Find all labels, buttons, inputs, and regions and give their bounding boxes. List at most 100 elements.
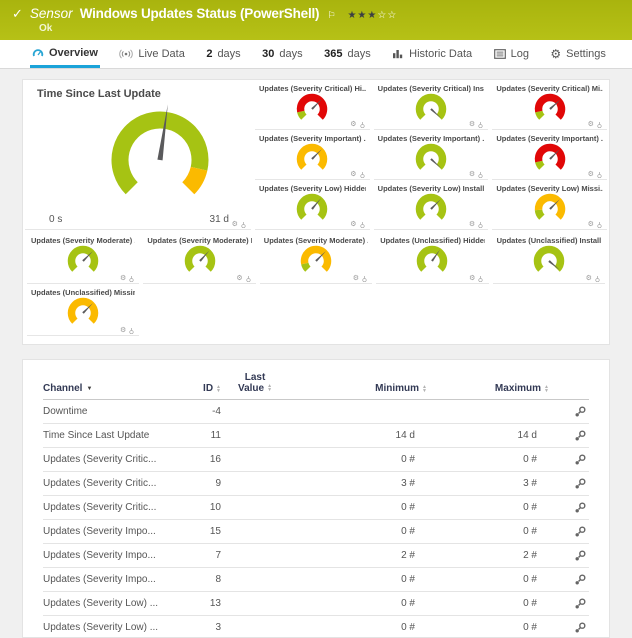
wrench-icon[interactable] (574, 622, 586, 634)
channel-table-row[interactable]: Updates (Severity Critic...100 #0 # (43, 496, 589, 520)
pin-icon[interactable]: ⚲ (360, 221, 365, 228)
channel-table-row[interactable]: Updates (Severity Critic...160 #0 # (43, 448, 589, 472)
pin-icon[interactable]: ⚲ (129, 275, 134, 282)
wrench-icon[interactable] (574, 454, 586, 466)
column-header-id[interactable]: ID ▲▼ (183, 383, 221, 394)
flag-icon[interactable]: ⚐ (327, 10, 335, 21)
edit-channel-cell[interactable] (549, 478, 589, 490)
wrench-icon[interactable] (574, 406, 586, 418)
settings-gear-icon: ⚙ (550, 49, 561, 59)
gear-icon[interactable]: ⚙ (350, 221, 356, 228)
tab-live-data[interactable]: Live Data (117, 40, 186, 68)
star-icon[interactable]: ★ (367, 10, 377, 21)
tab-30-days[interactable]: 30 days (260, 40, 305, 68)
pin-icon[interactable]: ⚲ (597, 121, 602, 128)
gauge-panel: Updates (Unclassified) Install...⚙⚲ (493, 232, 605, 284)
channel-name-cell: Updates (Severity Impo... (43, 526, 183, 537)
gear-icon[interactable]: ⚙ (350, 121, 356, 128)
wrench-icon[interactable] (574, 550, 586, 562)
pin-icon[interactable]: ⚲ (478, 171, 483, 178)
edit-channel-cell[interactable] (549, 574, 589, 586)
channel-table-row[interactable]: Time Since Last Update1114 d14 d (43, 424, 589, 448)
pin-icon[interactable]: ⚲ (595, 275, 600, 282)
pin-icon[interactable]: ⚲ (246, 275, 251, 282)
gauge-chart (408, 193, 454, 225)
wrench-icon[interactable] (574, 574, 586, 586)
channel-table-row[interactable]: Updates (Severity Impo...72 #2 # (43, 544, 589, 568)
priority-stars[interactable]: ★★★☆☆ (347, 10, 397, 21)
channel-table-row[interactable]: Updates (Severity Impo...80 #0 # (43, 568, 589, 592)
edit-channel-cell[interactable] (549, 526, 589, 538)
gear-icon[interactable]: ⚙ (120, 327, 126, 334)
column-label: Maximum (495, 383, 541, 394)
gear-icon[interactable]: ⚙ (469, 221, 475, 228)
wrench-icon[interactable] (574, 502, 586, 514)
pin-icon[interactable]: ⚲ (129, 327, 134, 334)
wrench-icon[interactable] (574, 526, 586, 538)
star-icon[interactable]: ★ (347, 10, 357, 21)
big-gauge-title: Time Since Last Update (37, 88, 241, 100)
column-header-maximum[interactable]: Maximum ▲▼ (427, 383, 549, 394)
gear-icon[interactable]: ⚙ (588, 171, 594, 178)
gear-icon[interactable]: ⚙ (232, 221, 238, 228)
gauge-max-label: 31 d (210, 214, 229, 225)
gear-icon[interactable]: ⚙ (586, 275, 592, 282)
gear-icon[interactable]: ⚙ (350, 171, 356, 178)
gear-icon[interactable]: ⚙ (588, 221, 594, 228)
channel-table-row[interactable]: Updates (Severity Impo...150 #0 # (43, 520, 589, 544)
column-header-minimum[interactable]: Minimum ▲▼ (289, 383, 427, 394)
tab-365-days[interactable]: 365 days (322, 40, 373, 68)
gear-icon[interactable]: ⚙ (469, 121, 475, 128)
tab-2-days[interactable]: 2 days (204, 40, 242, 68)
tab-log[interactable]: Log (492, 40, 531, 68)
channel-table-row[interactable]: Downtime-4 (43, 400, 589, 424)
minimum-cell: 0 # (289, 454, 427, 465)
edit-channel-cell[interactable] (549, 430, 589, 442)
gear-icon[interactable]: ⚙ (353, 275, 359, 282)
pin-icon[interactable]: ⚲ (478, 221, 483, 228)
channel-name-cell: Updates (Severity Critic... (43, 502, 183, 513)
gear-icon[interactable]: ⚙ (469, 275, 475, 282)
tab-overview[interactable]: Overview (30, 40, 100, 68)
column-header-channel[interactable]: Channel ▼ (43, 383, 183, 394)
pin-icon[interactable]: ⚲ (478, 121, 483, 128)
edit-channel-cell[interactable] (549, 502, 589, 514)
channel-table-row[interactable]: Updates (Severity Low) ...30 #0 # (43, 616, 589, 638)
edit-channel-cell[interactable] (549, 550, 589, 562)
gear-icon[interactable]: ⚙ (120, 275, 126, 282)
minimum-cell: 0 # (289, 622, 427, 633)
gauge-title: Updates (Unclassified) Missing (31, 288, 135, 297)
gauge-body (264, 245, 368, 277)
wrench-icon[interactable] (574, 598, 586, 610)
star-icon[interactable]: ★ (357, 10, 367, 21)
star-icon[interactable]: ☆ (377, 10, 387, 21)
pin-icon[interactable]: ⚲ (597, 171, 602, 178)
pin-icon[interactable]: ⚲ (360, 121, 365, 128)
gauge-title: Updates (Severity Important) ... (378, 134, 485, 143)
gauge-panel: Updates (Unclassified) Missing ⚙⚲ (27, 284, 139, 336)
channel-table-row[interactable]: Updates (Severity Low) ...130 #0 # (43, 592, 589, 616)
edit-channel-cell[interactable] (549, 598, 589, 610)
pin-icon[interactable]: ⚲ (360, 171, 365, 178)
pin-icon[interactable]: ⚲ (241, 221, 246, 228)
gear-icon[interactable]: ⚙ (588, 121, 594, 128)
maximum-cell: 0 # (427, 502, 549, 513)
tab-settings[interactable]: ⚙ Settings (548, 40, 608, 68)
edit-channel-cell[interactable] (549, 454, 589, 466)
channel-table-row[interactable]: Updates (Severity Critic...93 #3 # (43, 472, 589, 496)
pin-icon[interactable]: ⚲ (362, 275, 367, 282)
pin-icon[interactable]: ⚲ (597, 221, 602, 228)
empty-grid-cell (376, 284, 488, 336)
tab-historic-data[interactable]: Historic Data (390, 40, 474, 68)
gear-icon[interactable]: ⚙ (236, 275, 242, 282)
star-icon[interactable]: ☆ (387, 10, 397, 21)
pin-icon[interactable]: ⚲ (478, 275, 483, 282)
gauge-chart (289, 143, 335, 175)
gauge-title: Updates (Severity Moderate) ... (31, 236, 135, 245)
edit-channel-cell[interactable] (549, 406, 589, 418)
column-header-last-value[interactable]: Last Value▲▼ (221, 372, 289, 394)
wrench-icon[interactable] (574, 478, 586, 490)
gear-icon[interactable]: ⚙ (469, 171, 475, 178)
wrench-icon[interactable] (574, 430, 586, 442)
edit-channel-cell[interactable] (549, 622, 589, 634)
